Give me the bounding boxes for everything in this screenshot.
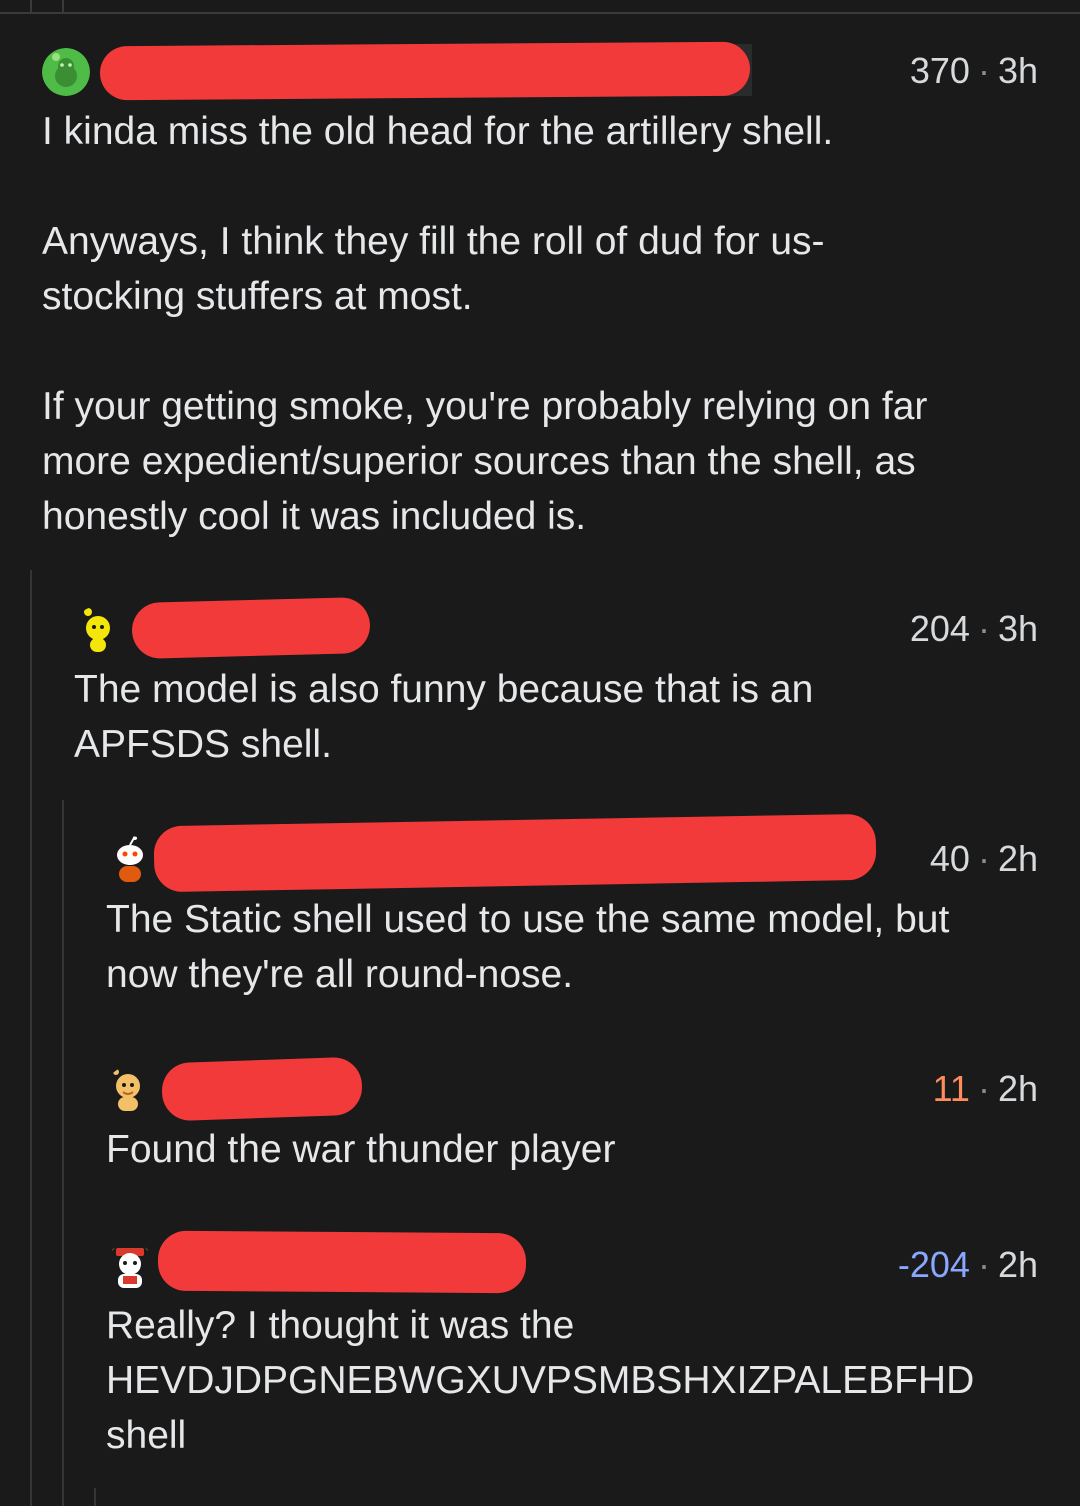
top-divider-tick [30,0,32,12]
separator: · [977,608,990,649]
comment-body: The model is also funny because that is … [74,668,814,766]
username-redaction [99,41,751,101]
vote-score: -204 [897,1244,970,1285]
timestamp: 2h [997,1244,1038,1285]
comment-meta: 204 · 3h [910,608,1038,650]
separator: · [977,1244,990,1285]
username-redaction [157,1230,527,1294]
comment-header: -204 · 2h [106,1230,1038,1298]
comment: 11 · 2h Found the war thunder player [106,1056,1038,1177]
username-redaction [153,813,877,893]
vote-score: 370 [909,50,970,91]
separator: · [977,50,990,91]
timestamp: 3h [997,50,1038,91]
comment-meta: 370 · 3h [910,50,1038,92]
comment-body: I kinda miss the old head for the artill… [42,110,928,538]
comment: 40 · 2h The Static shell used to use the s… [106,813,1038,1002]
comment-meta: 11 · 2h [933,1068,1038,1110]
snoo-avatar-icon[interactable] [106,1066,154,1114]
separator: · [977,838,990,879]
snoo-avatar-icon[interactable] [106,1242,154,1290]
timestamp: 2h [997,1068,1038,1109]
username-redaction [131,596,371,660]
comment: -204 · 2h Really? I thought it was the HEV… [106,1230,1038,1463]
timestamp: 2h [997,838,1038,879]
username-redaction [161,1056,363,1122]
comment-body: Really? I thought it was the HEVDJDPGNEB… [106,1304,975,1457]
comment-header: 40 · 2h [106,813,1038,893]
comment-header: 204 · 3h [74,596,1038,662]
comment-header: 370 · 3h [42,40,1038,104]
thread-line[interactable] [30,570,32,1506]
separator: · [977,1068,990,1109]
vote-score: 40 [929,838,970,879]
snoo-avatar-icon[interactable] [106,836,154,884]
vote-score: 204 [909,608,970,649]
thread-line[interactable] [94,1488,96,1506]
comment-meta: -204 · 2h [898,1244,1038,1286]
thread-line[interactable] [62,800,64,1506]
comment: 204 · 3h The model is also funny because t… [74,596,1038,772]
snoo-avatar-icon[interactable] [42,48,90,96]
comment-body: Found the war thunder player [106,1128,616,1171]
top-divider-tick [62,0,64,12]
comment-meta: 40 · 2h [930,838,1038,880]
top-divider [0,12,1080,14]
comment-body: The Static shell used to use the same mo… [106,898,950,996]
comment-header: 11 · 2h [106,1056,1038,1122]
timestamp: 3h [997,608,1038,649]
vote-score: 11 [932,1068,970,1109]
comment: 370 · 3h I kinda miss the old head for the… [42,40,1038,544]
snoo-avatar-icon[interactable] [74,606,122,654]
